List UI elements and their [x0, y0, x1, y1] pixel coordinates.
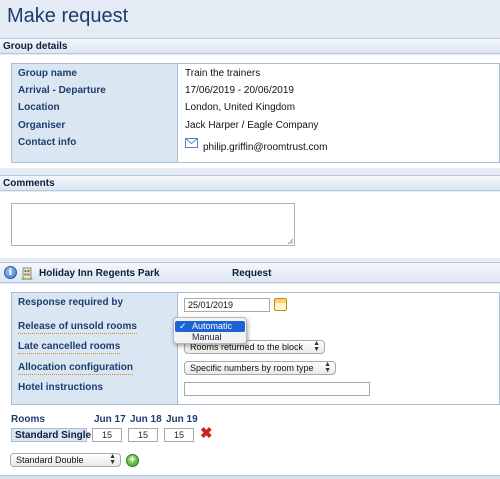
arrival-departure-value: 17/06/2019 - 20/06/2019 [185, 85, 294, 96]
select-arrows-icon: ▲ ▼ [109, 453, 116, 466]
dropdown-option-label: Automatic [192, 321, 233, 331]
contact-email-link[interactable]: philip.griffin@roomtrust.com [203, 142, 327, 153]
rooms-heading: Rooms [11, 414, 45, 425]
hotel-building-icon [21, 267, 33, 280]
room-qty-input-1[interactable]: 15 [92, 428, 122, 442]
arrival-departure-label: Arrival - Departure [18, 85, 106, 96]
group-details-header: Group details [0, 38, 500, 54]
hotel-header-bar: i Holiday Inn Regents Park Request [0, 262, 500, 283]
select-arrows-icon: ▲ ▼ [313, 340, 320, 353]
contact-info-label: Contact info [18, 137, 77, 148]
request-column-label: Request [232, 268, 272, 279]
organiser-label: Organiser [18, 120, 66, 131]
release-unsold-label: Release of unsold rooms [18, 321, 137, 334]
add-room-type-value: Standard Double [16, 455, 84, 465]
resize-handle-icon[interactable] [287, 238, 293, 244]
hotel-instructions-input[interactable] [184, 382, 370, 396]
group-name-value: Train the trainers [185, 68, 261, 79]
location-value: London, United Kingdom [185, 102, 296, 113]
calendar-icon[interactable] [274, 298, 287, 311]
organiser-value: Jack Harper / Eagle Company [185, 120, 319, 131]
comments-header: Comments [0, 175, 500, 191]
room-qty-input-3[interactable]: 15 [164, 428, 194, 442]
group-details-table: Group name Train the trainers Arrival - … [11, 63, 500, 163]
page-title: Make request [7, 5, 129, 27]
select-arrows-icon: ▲ ▼ [324, 361, 331, 374]
dropdown-option-automatic[interactable]: ✓ Automatic [175, 321, 245, 332]
checkmark-icon: ✓ [179, 321, 187, 331]
envelope-icon[interactable] [185, 138, 198, 148]
footer-divider [0, 475, 500, 479]
dropdown-option-manual[interactable]: Manual [175, 332, 245, 343]
dropdown-option-label: Manual [192, 332, 222, 342]
hotel-instructions-label: Hotel instructions [18, 382, 104, 393]
response-date-input[interactable]: 25/01/2019 [184, 298, 270, 312]
room-qty-input-2[interactable]: 15 [128, 428, 158, 442]
allocation-configuration-value: Specific numbers by room type [190, 363, 314, 373]
late-cancelled-label: Late cancelled rooms [18, 341, 121, 354]
add-room-type-select[interactable]: Standard Double ▲ ▼ [10, 453, 121, 467]
comments-textarea[interactable] [11, 203, 295, 246]
delete-icon[interactable]: ✖ [200, 426, 213, 442]
add-icon[interactable]: + [126, 454, 139, 467]
allocation-configuration-label: Allocation configuration [18, 362, 133, 375]
date-column-2: Jun 18 [130, 414, 162, 425]
date-column-3: Jun 19 [166, 414, 198, 425]
release-unsold-dropdown[interactable]: ✓ Automatic Manual [173, 317, 247, 344]
info-icon[interactable]: i [4, 266, 17, 279]
allocation-configuration-select[interactable]: Specific numbers by room type ▲ ▼ [184, 361, 336, 375]
date-column-1: Jun 17 [94, 414, 126, 425]
group-name-label: Group name [18, 68, 77, 79]
location-label: Location [18, 102, 60, 113]
response-required-label: Response required by [18, 297, 124, 308]
rooms-area [0, 410, 500, 479]
room-type-standard-single: Standard Single [11, 428, 91, 442]
hotel-name: Holiday Inn Regents Park [39, 268, 160, 279]
